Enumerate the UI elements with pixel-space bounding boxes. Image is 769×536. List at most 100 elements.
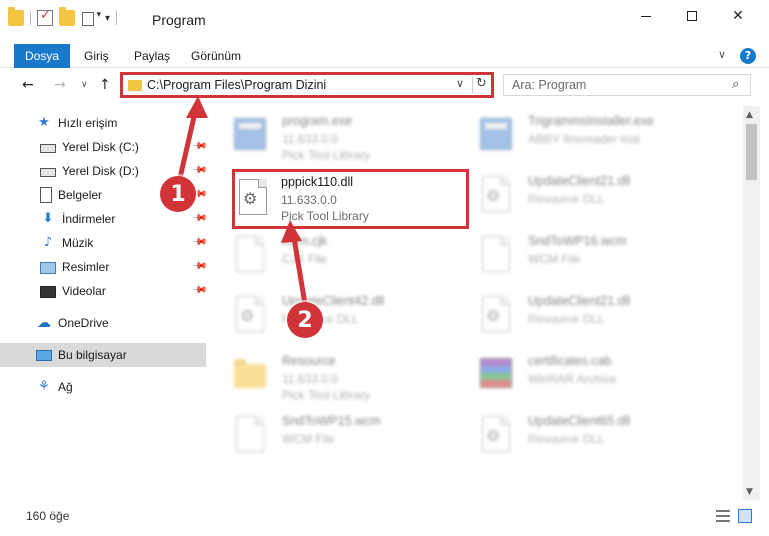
tab-file[interactable]: Dosya <box>14 44 70 68</box>
dll-file-icon: ⚙ <box>478 174 512 214</box>
sidebar-item-label: Videolar <box>62 284 106 298</box>
file-name: TrigrammsInstaller.exe <box>528 114 654 128</box>
back-arrow-icon[interactable]: ← <box>22 77 34 93</box>
pin-icon[interactable]: 📌 <box>191 162 208 179</box>
videos-icon <box>40 286 56 298</box>
new-folder-icon[interactable] <box>59 7 75 26</box>
sidebar-item-local-disk-c[interactable]: Yerel Disk (C:) 📌 <box>0 135 208 159</box>
large-icons-view-icon[interactable] <box>738 509 752 523</box>
file-name: program.exe <box>282 114 353 128</box>
file-item[interactable]: Korn.cjk CJK File <box>210 226 446 282</box>
generic-file-icon <box>478 234 512 274</box>
status-bar: 160 öğe <box>0 500 769 536</box>
pin-icon[interactable]: 📌 <box>191 234 208 251</box>
properties-check-icon[interactable] <box>37 8 53 26</box>
drive-icon <box>40 144 56 153</box>
file-name: UpdateClient65.dll <box>528 414 631 428</box>
search-icon[interactable]: ⌕ <box>732 77 739 92</box>
file-item-pppick110-dll[interactable]: ⚙ pppick110.dll 11.633.0.0 Pick Tool Lib… <box>232 169 469 229</box>
expand-ribbon-icon[interactable]: ∨ <box>718 48 726 61</box>
file-item[interactable]: Resource 11.633.0.0 Pick Tool Library <box>210 346 446 402</box>
file-item[interactable]: ⚙ UpdateClient42.dll Resource DLL <box>210 286 446 342</box>
sidebar-item-network[interactable]: ⚘ Ağ <box>0 375 206 399</box>
customize-toolbar-icon[interactable] <box>81 10 101 26</box>
refresh-icon[interactable]: ↻ <box>476 76 487 91</box>
tab-view[interactable]: Görünüm <box>191 44 241 68</box>
pin-icon[interactable]: 📌 <box>191 282 208 299</box>
file-item[interactable]: certificates.cab WinRAR Archive <box>456 346 692 402</box>
up-arrow-icon[interactable]: ↑ <box>99 77 111 93</box>
sidebar-item-label: İndirmeler <box>62 212 116 226</box>
star-icon: ★ <box>38 115 50 130</box>
file-item[interactable]: program.exe 11.633.0.0 Pick Tool Library <box>210 106 446 162</box>
file-item[interactable]: SndToWP15.wcm WCM File <box>210 406 446 462</box>
file-description: Resource DLL <box>528 432 605 446</box>
file-description: ABBY finereader trial <box>528 132 640 146</box>
details-view-icon[interactable] <box>716 510 730 522</box>
dll-file-icon: ⚙ <box>235 177 269 217</box>
scroll-thumb[interactable] <box>746 124 757 180</box>
onedrive-icon: ☁ <box>37 315 51 331</box>
folder-icon <box>232 354 266 394</box>
file-name: Resource <box>282 354 336 368</box>
file-version: 11.633.0.0 <box>281 193 337 207</box>
search-box[interactable]: ⌕ <box>503 74 751 96</box>
sidebar-item-onedrive[interactable]: ☁ OneDrive <box>0 311 206 335</box>
dll-file-icon: ⚙ <box>232 294 266 334</box>
minimize-button[interactable] <box>623 0 669 32</box>
annotation-step-2: 2 <box>287 302 323 338</box>
sidebar-item-this-pc[interactable]: Bu bilgisayar <box>0 343 206 367</box>
address-bar[interactable]: C:\Program Files\Program Dizini ∨ ↻ <box>120 72 494 98</box>
pin-icon[interactable]: 📌 <box>191 210 208 227</box>
close-button[interactable]: ✕ <box>715 0 761 32</box>
forward-arrow-icon[interactable]: → <box>54 77 66 93</box>
address-path[interactable]: C:\Program Files\Program Dizini <box>147 78 326 92</box>
pictures-icon <box>40 262 56 274</box>
sidebar-item-label: Bu bilgisayar <box>58 348 127 362</box>
sidebar-item-videos[interactable]: Videolar 📌 <box>0 279 208 303</box>
file-item[interactable]: ⚙ UpdateClient21.dll Resource DLL <box>456 286 692 342</box>
help-icon[interactable]: ? <box>740 48 756 64</box>
annotation-step-1: 1 <box>160 176 196 212</box>
sidebar-item-pictures[interactable]: Resimler 📌 <box>0 255 208 279</box>
file-name: Korn.cjk <box>282 234 328 248</box>
file-description: Pick Tool Library <box>282 148 370 162</box>
file-description: Pick Tool Library <box>282 388 370 402</box>
pin-icon[interactable]: 📌 <box>191 258 208 275</box>
documents-icon <box>40 187 52 203</box>
pin-icon[interactable]: 📌 <box>191 138 208 155</box>
title-bar: ▾ Program ✕ <box>0 0 769 40</box>
sidebar-item-label: Müzik <box>62 236 94 250</box>
sidebar-item-label: Resimler <box>62 260 110 274</box>
sidebar-item-label: Yerel Disk (D:) <box>62 164 139 178</box>
tab-home[interactable]: Giriş <box>84 44 109 68</box>
quick-access-dropdown-icon[interactable]: ▾ <box>105 13 110 24</box>
tab-share[interactable]: Paylaş <box>134 44 170 68</box>
scroll-down-icon[interactable]: ▼ <box>746 487 753 497</box>
recent-locations-icon[interactable]: ∨ <box>81 80 88 90</box>
search-input[interactable] <box>512 77 722 93</box>
scroll-up-icon[interactable]: ▲ <box>746 110 753 120</box>
network-icon: ⚘ <box>38 379 50 394</box>
file-item[interactable]: ⚙ UpdateClient65.dll Resource DLL <box>456 406 692 462</box>
file-item[interactable]: SndToWP16.wcm WCM File <box>456 226 692 282</box>
address-separator <box>472 77 473 93</box>
file-name: UpdateClient21.dll <box>528 174 631 188</box>
file-description: Pick Tool Library <box>281 209 369 223</box>
sidebar-item-quick-access[interactable]: ★ Hızlı erişim <box>0 111 206 135</box>
file-description: CJK File <box>282 252 328 266</box>
vertical-scrollbar[interactable]: ▲ ▼ <box>743 106 760 500</box>
executable-icon <box>478 114 512 154</box>
file-item[interactable]: ⚙ UpdateClient21.dll Resource DLL <box>456 166 692 222</box>
file-name: UpdateClient21.dll <box>528 294 631 308</box>
file-item[interactable]: TrigrammsInstaller.exe ABBY finereader t… <box>456 106 692 162</box>
sidebar-item-label: Yerel Disk (C:) <box>62 140 139 154</box>
dll-file-icon: ⚙ <box>478 414 512 454</box>
sidebar-item-music[interactable]: ♪ Müzik 📌 <box>0 231 208 255</box>
generic-file-icon <box>232 414 266 454</box>
navigation-bar: ← → ∨ ↑ C:\Program Files\Program Dizini … <box>0 68 769 104</box>
address-dropdown-icon[interactable]: ∨ <box>456 77 464 90</box>
file-name: SndToWP15.wcm <box>282 414 381 428</box>
minimize-icon <box>641 15 651 17</box>
maximize-button[interactable] <box>669 0 715 32</box>
